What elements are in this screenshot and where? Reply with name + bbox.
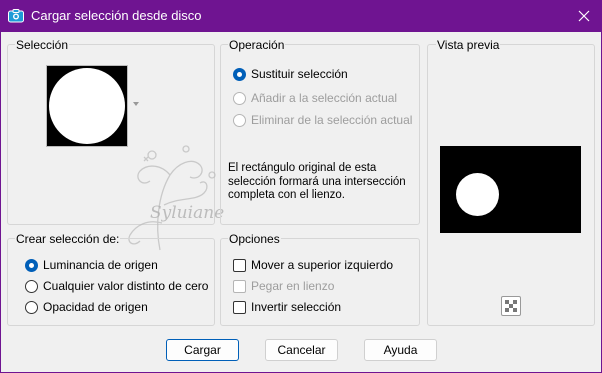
help-button[interactable]: Ayuda [364,339,437,361]
close-button[interactable] [566,1,602,31]
checkbox-indicator [233,258,246,272]
checkbox-indicator [233,279,246,293]
checkbox-indicator [233,300,246,314]
vista-previa-legend: Vista previa [436,38,501,52]
radio-indicator [25,279,38,293]
thumbnail-arrow-icon [133,102,139,106]
crear-seleccion-legend: Crear selección de: [15,232,121,246]
radio-indicator [25,258,38,272]
checkerboard-icon [505,300,517,312]
selection-thumbnail [46,65,128,147]
radio-indicator [233,91,246,105]
opciones-legend: Opciones [228,232,281,246]
radio-luminancia-origen[interactable]: Luminancia de origen [25,258,158,272]
title-bar: Cargar selección desde disco [0,0,602,32]
checkbox-invertir-seleccion[interactable]: Invertir selección [233,300,341,314]
radio-indicator [233,67,246,81]
checkbox-label: Pegar en lienzo [251,279,335,293]
radio-label: Opacidad de origen [43,300,148,314]
checkbox-pegar-en-lienzo[interactable]: Pegar en lienzo [233,279,334,293]
seleccion-legend: Selección [15,38,70,52]
checkbox-label: Mover a superior izquierdo [251,258,394,272]
operacion-legend: Operación [228,38,286,52]
radio-label: Cualquier valor distinto de cero [43,279,209,293]
transparency-toggle-button[interactable] [501,296,521,316]
watermark-text: Syluiane [150,203,225,223]
radio-label: Luminancia de origen [43,258,158,272]
checkbox-label: Invertir selección [251,300,342,314]
radio-valor-distinto-cero[interactable]: Cualquier valor distinto de cero [25,279,208,293]
window-title: Cargar selección desde disco [31,8,202,23]
load-button[interactable]: Cargar [166,339,239,361]
selection-circle [49,68,125,144]
operation-info-text: El rectángulo original de esta selección… [228,162,406,201]
preview-canvas [440,146,581,233]
radio-label: Sustituir selección [251,67,348,81]
preview-circle [456,173,499,216]
camera-icon [8,9,24,23]
radio-label: Eliminar de la selección actual [251,113,413,127]
radio-indicator [233,113,246,127]
cancel-button[interactable]: Cancelar [265,339,338,361]
close-icon [578,10,590,22]
checkbox-mover-superior-izquierdo[interactable]: Mover a superior izquierdo [233,258,393,272]
radio-sustituir-seleccion[interactable]: Sustituir selección [233,67,348,81]
radio-anadir-seleccion[interactable]: Añadir a la selección actual [233,91,397,105]
radio-indicator [25,300,38,314]
radio-eliminar-seleccion[interactable]: Eliminar de la selección actual [233,113,412,127]
radio-label: Añadir a la selección actual [251,91,398,105]
radio-opacidad-origen[interactable]: Opacidad de origen [25,300,148,314]
